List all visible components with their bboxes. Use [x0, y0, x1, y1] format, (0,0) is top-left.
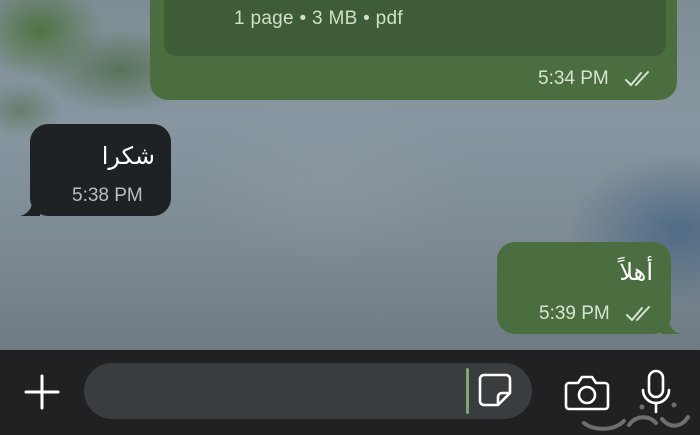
text-cursor — [466, 368, 469, 414]
bubble-tail — [20, 202, 40, 216]
message-time: 5:38 PM — [72, 185, 143, 206]
message-text: أهلاً — [619, 259, 653, 286]
sticker-icon[interactable] — [476, 371, 514, 409]
message-text: شكرا — [101, 143, 155, 170]
plus-icon[interactable] — [22, 372, 62, 412]
message-time: 5:39 PM — [539, 303, 610, 324]
bubble-tail — [661, 320, 681, 334]
message-composer-bar — [0, 350, 700, 435]
attachment-meta: 1 page • 3 MB • pdf — [234, 8, 403, 29]
pdf-attachment-card[interactable]: 1 page • 3 MB • pdf — [164, 0, 666, 56]
read-receipt-icon — [625, 71, 649, 86]
message-bubble-outgoing[interactable]: أهلاً 5:39 PM — [497, 242, 681, 334]
message-input[interactable] — [84, 363, 532, 419]
watermark-logo — [582, 402, 690, 431]
message-time: 5:34 PM — [538, 68, 609, 89]
read-receipt-icon — [626, 306, 650, 321]
message-bubble-incoming[interactable]: شكرا 5:38 PM — [20, 124, 171, 216]
message-bubble-outgoing-pdf[interactable]: 1 page • 3 MB • pdf 5:34 PM — [150, 0, 677, 100]
